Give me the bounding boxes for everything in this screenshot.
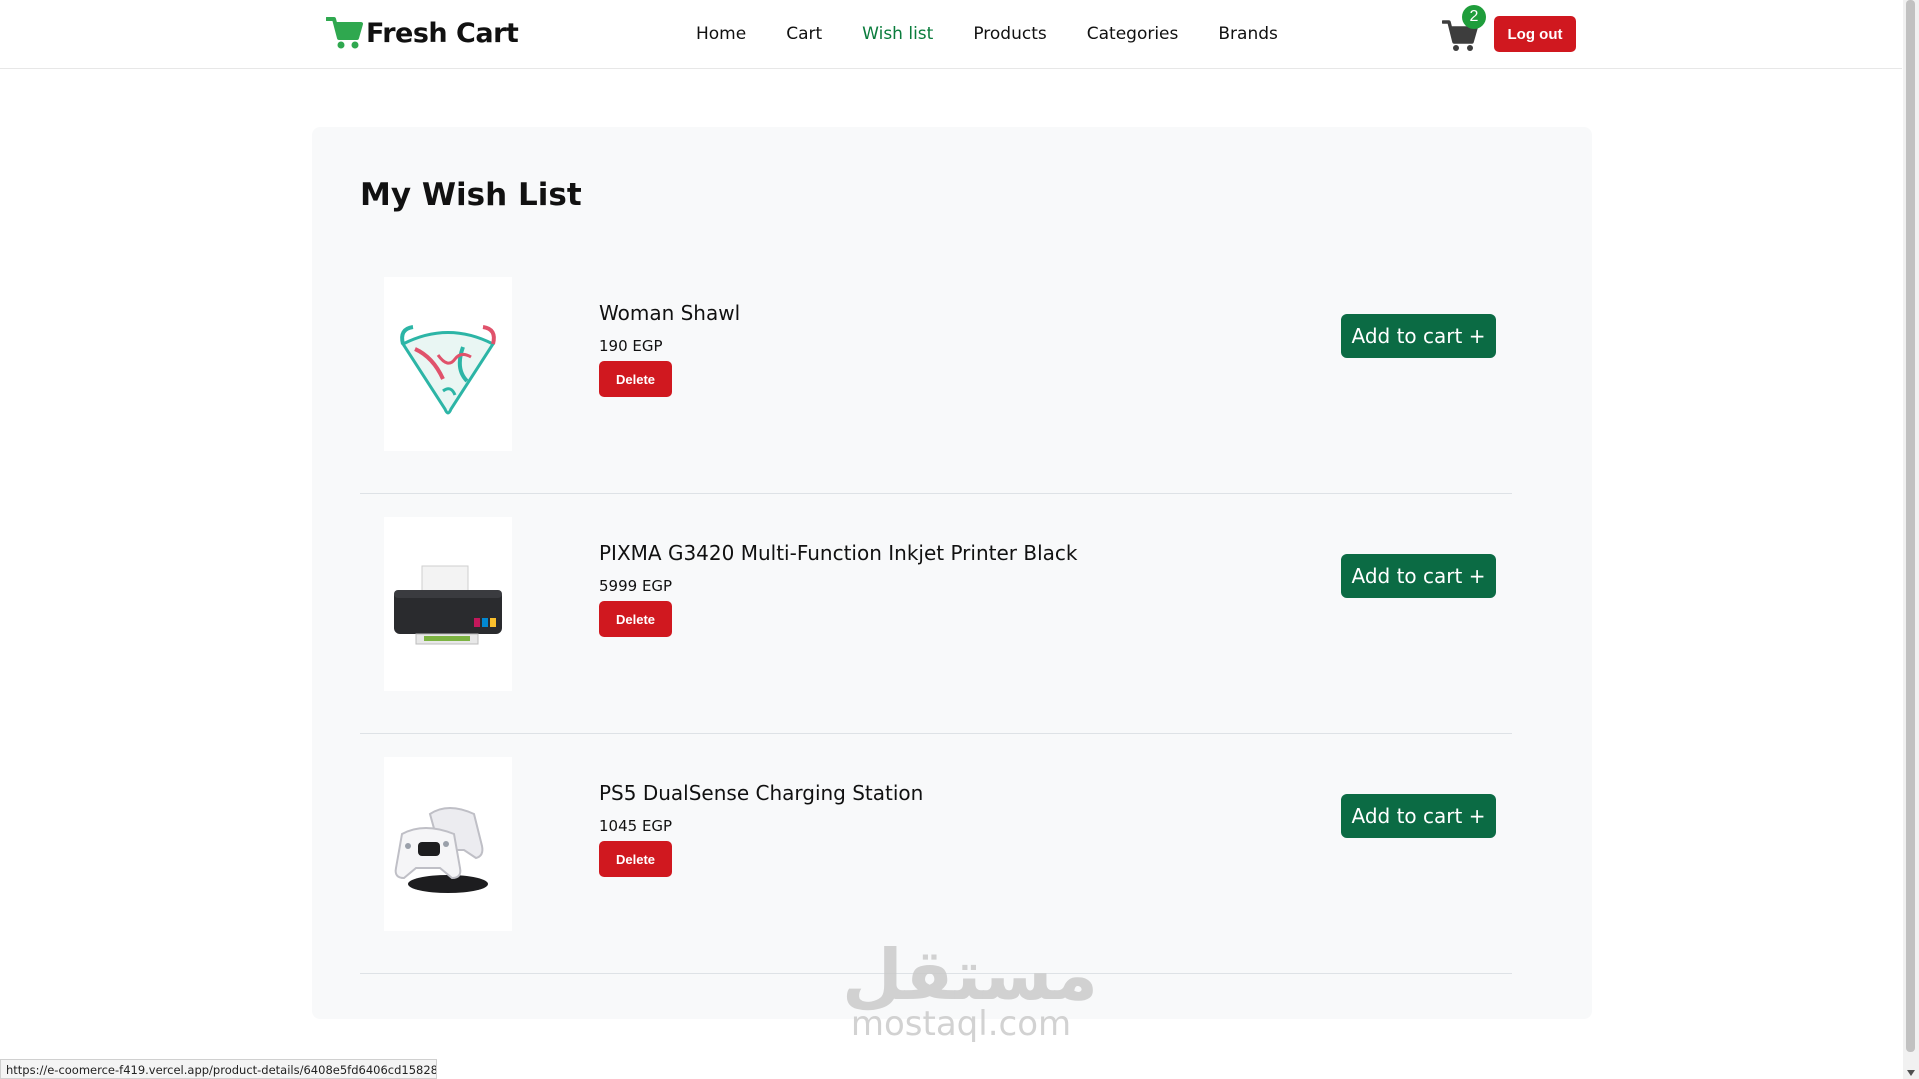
- wishlist-item: PIXMA G3420 Multi-Function Inkjet Printe…: [360, 493, 1512, 734]
- delete-button[interactable]: Delete: [599, 601, 672, 637]
- scrollbar-thumb[interactable]: [1906, 0, 1915, 1052]
- nav-link-brands[interactable]: Brands: [1218, 24, 1278, 44]
- controller-charger-image-icon: [394, 807, 488, 893]
- nav-link-wish-list[interactable]: Wish list: [862, 24, 933, 44]
- nav-link-home[interactable]: Home: [696, 24, 746, 44]
- scroll-down-arrow-icon[interactable]: [1907, 1070, 1915, 1076]
- nav-link-cart[interactable]: Cart: [786, 24, 822, 44]
- delete-button[interactable]: Delete: [599, 841, 672, 877]
- product-price: 190 EGP: [599, 337, 663, 355]
- delete-button[interactable]: Delete: [599, 361, 672, 397]
- logo-text: Fresh Cart: [366, 17, 519, 49]
- product-image[interactable]: [384, 757, 512, 931]
- product-image[interactable]: [384, 277, 512, 451]
- nav-link-categories[interactable]: Categories: [1087, 24, 1179, 44]
- add-to-cart-button[interactable]: Add to cart +: [1341, 554, 1496, 598]
- cart-logo-icon: [326, 17, 363, 49]
- watermark-arabic: مستقل: [842, 934, 1099, 1016]
- page-scrollbar[interactable]: [1903, 0, 1919, 1079]
- status-bar-url: https://e-coomerce-f419.vercel.app/produ…: [0, 1059, 437, 1079]
- product-price: 1045 EGP: [599, 817, 673, 835]
- navbar: Fresh Cart Home Cart Wish list Products …: [0, 0, 1902, 69]
- watermark-latin: mostaql.com: [850, 1004, 1072, 1044]
- watermark: مستقل mostaql.com: [842, 934, 1099, 1044]
- product-name[interactable]: PS5 DualSense Charging Station: [599, 781, 923, 805]
- product-image[interactable]: [384, 517, 512, 691]
- shawl-image-icon: [400, 325, 496, 415]
- nav-link-products[interactable]: Products: [973, 24, 1046, 44]
- nav-links: Home Cart Wish list Products Categories …: [696, 24, 1318, 44]
- logout-button[interactable]: Log out: [1494, 16, 1576, 52]
- cart-count-badge: 2: [1462, 5, 1486, 29]
- add-to-cart-button[interactable]: Add to cart +: [1341, 314, 1496, 358]
- cart-button[interactable]: 2: [1442, 5, 1486, 54]
- logo[interactable]: Fresh Cart: [326, 16, 519, 50]
- wishlist-panel: My Wish List Woman Shawl 190 EGP Delete …: [312, 127, 1592, 1019]
- page-title: My Wish List: [360, 177, 582, 213]
- product-name[interactable]: PIXMA G3420 Multi-Function Inkjet Printe…: [599, 541, 1077, 565]
- printer-image-icon: [394, 565, 502, 645]
- wishlist-item: Woman Shawl 190 EGP Delete Add to cart +: [360, 253, 1512, 494]
- add-to-cart-button[interactable]: Add to cart +: [1341, 794, 1496, 838]
- product-price: 5999 EGP: [599, 577, 673, 595]
- product-name[interactable]: Woman Shawl: [599, 301, 740, 325]
